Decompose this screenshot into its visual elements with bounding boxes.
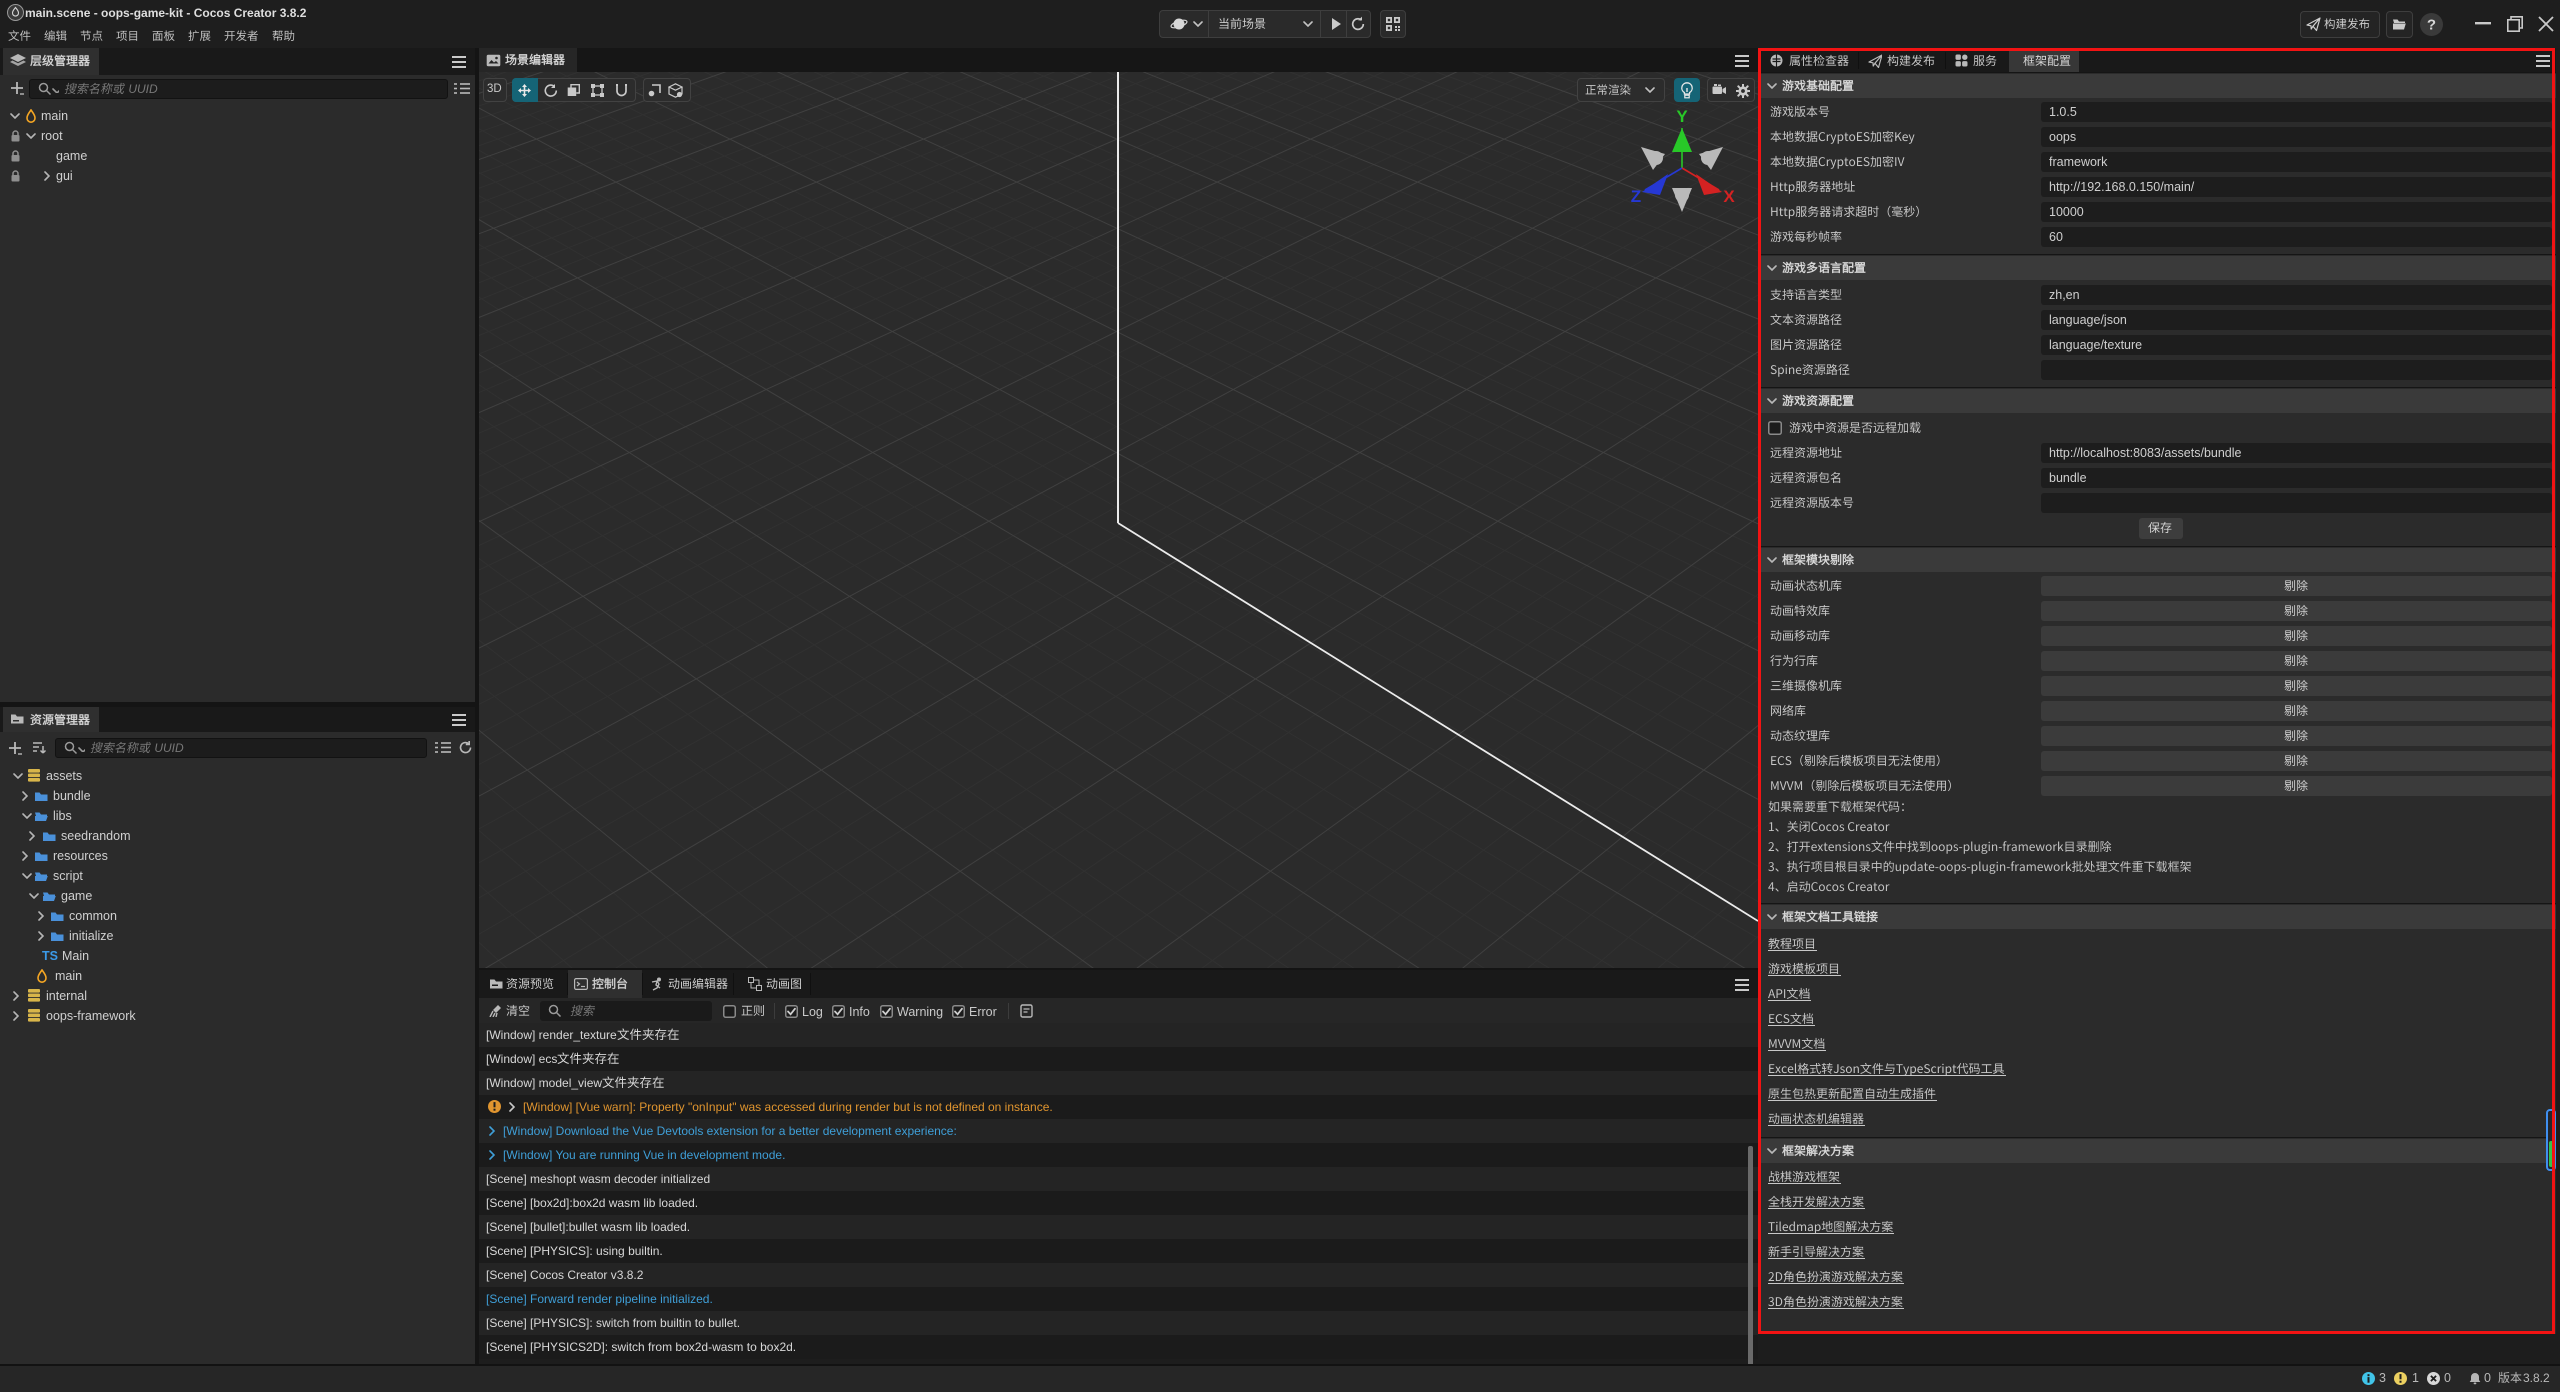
svg-text:X: X: [1723, 187, 1735, 206]
svg-text:Z: Z: [1631, 187, 1641, 206]
svg-text:Y: Y: [1676, 107, 1688, 126]
svg-text:?: ?: [2427, 17, 2436, 34]
